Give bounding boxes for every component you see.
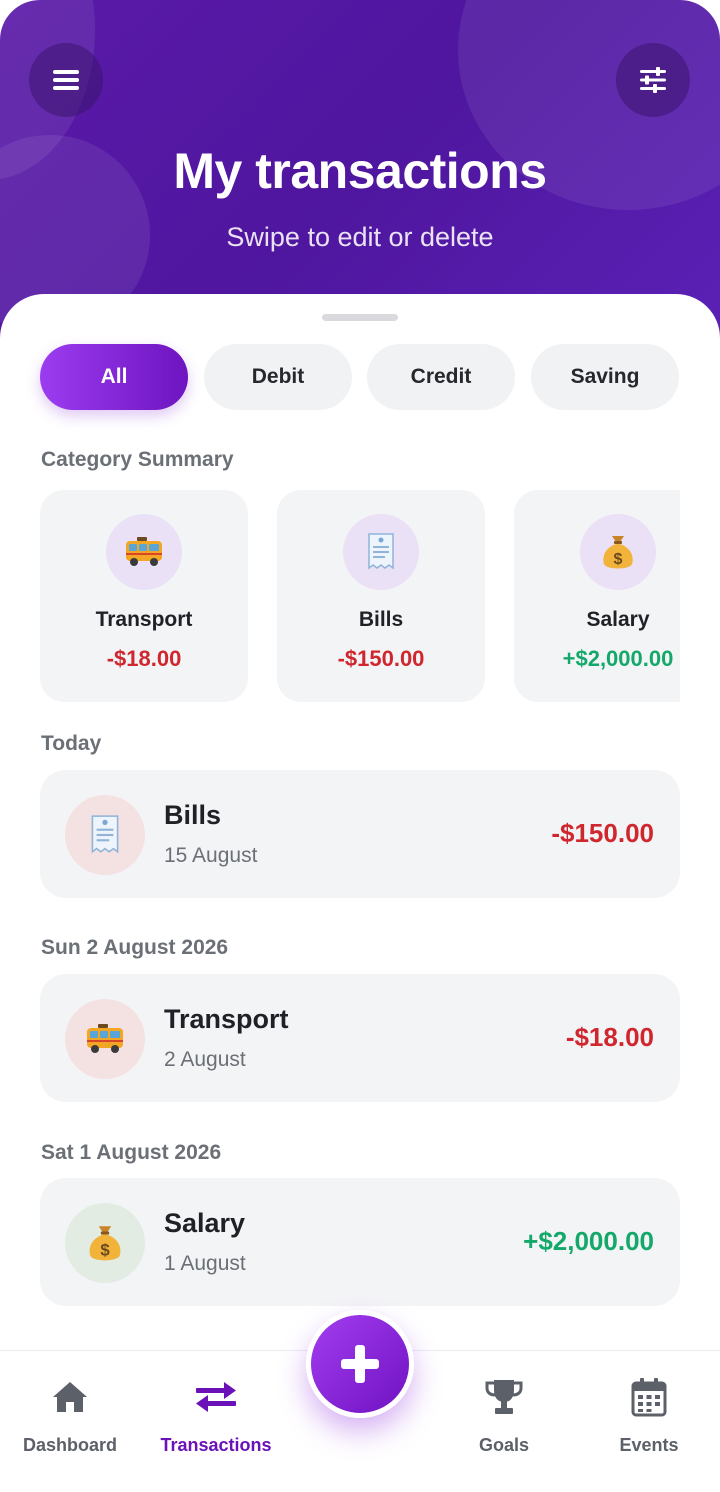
transaction-amount: +$2,000.00 (523, 1226, 654, 1256)
receipt-icon (343, 514, 419, 590)
transaction-item[interactable]: $ Salary 1 August +$2,000.00 (40, 1178, 680, 1306)
svg-text:$: $ (614, 551, 623, 568)
page-subtitle: Swipe to edit or delete (226, 222, 494, 252)
category-name: Bills (358, 608, 404, 631)
transaction-date: 2 August (164, 1048, 246, 1071)
nav-item-transactions[interactable]: Transactions (146, 1373, 286, 1473)
filter-chip-debit[interactable]: Debit (204, 344, 352, 410)
category-summary-label: Category Summary (41, 448, 234, 471)
date-group-label: Sun 2 August 2026 (41, 936, 229, 959)
category-summary-scroller[interactable]: Transport -$18.00 Bills -$150.00 $ Salar… (40, 490, 680, 702)
transaction-date: 1 August (164, 1252, 246, 1275)
nav-label: Dashboard (22, 1435, 118, 1455)
sheet-handle[interactable] (322, 314, 398, 321)
transaction-amount: -$150.00 (551, 818, 654, 848)
transaction-date: 15 August (164, 844, 258, 867)
money-bag-icon: $ (580, 514, 656, 590)
date-group-label: Today (41, 732, 102, 755)
filter-chip-all[interactable]: All (40, 344, 188, 410)
sliders-icon (640, 67, 666, 93)
svg-text:$: $ (100, 1241, 110, 1260)
add-transaction-button[interactable] (306, 1310, 414, 1418)
date-group-label: Sat 1 August 2026 (41, 1141, 222, 1164)
transaction-name: Bills (164, 800, 222, 830)
filter-button[interactable] (616, 43, 690, 117)
bus-icon (65, 999, 145, 1079)
menu-icon (53, 70, 79, 90)
nav-item-goals[interactable]: Goals (434, 1373, 574, 1473)
transaction-item[interactable]: Bills 15 August -$150.00 (40, 770, 680, 898)
page-title: My transactions (173, 143, 547, 199)
bus-icon (106, 514, 182, 590)
trophy-icon (484, 1373, 524, 1421)
filter-chip-saving[interactable]: Saving (531, 344, 679, 410)
category-amount: -$18.00 (106, 646, 182, 671)
nav-label: Events (619, 1435, 679, 1455)
transaction-name: Transport (164, 1004, 289, 1034)
calendar-icon (630, 1373, 668, 1421)
category-card-bills[interactable]: Bills -$150.00 (277, 490, 485, 702)
transaction-item[interactable]: Transport 2 August -$18.00 (40, 974, 680, 1102)
transaction-amount: -$18.00 (565, 1022, 654, 1052)
money-bag-icon: $ (65, 1203, 145, 1283)
category-name: Transport (95, 608, 193, 631)
home-icon (51, 1373, 89, 1421)
nav-item-dashboard[interactable]: Dashboard (0, 1373, 140, 1473)
category-card-salary[interactable]: $ Salary +$2,000.00 (514, 490, 680, 702)
filter-chip-credit[interactable]: Credit (367, 344, 515, 410)
category-card-transport[interactable]: Transport -$18.00 (40, 490, 248, 702)
plus-icon (341, 1345, 379, 1383)
menu-button[interactable] (29, 43, 103, 117)
category-name: Salary (586, 608, 650, 631)
nav-label: Transactions (160, 1435, 272, 1455)
category-amount: +$2,000.00 (562, 646, 674, 671)
app-screen: My transactions Swipe to edit or delete … (0, 0, 720, 1492)
transaction-name: Salary (164, 1208, 246, 1238)
nav-item-events[interactable]: Events (579, 1373, 719, 1473)
category-amount: -$150.00 (337, 646, 425, 671)
swap-arrows-icon (194, 1373, 238, 1421)
nav-label: Goals (478, 1435, 530, 1455)
receipt-icon (65, 795, 145, 875)
